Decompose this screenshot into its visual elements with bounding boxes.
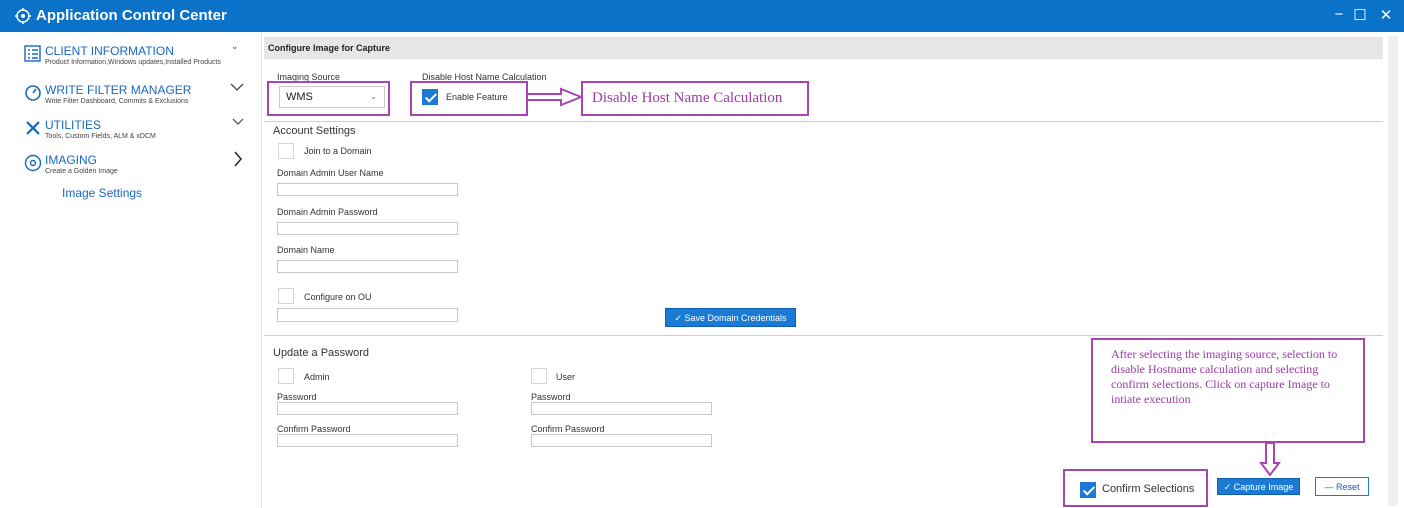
divider bbox=[264, 335, 1383, 336]
update-password-title: Update a Password bbox=[273, 347, 369, 359]
section-header: Configure Image for Capture bbox=[264, 37, 1383, 59]
account-settings-title: Account Settings bbox=[273, 125, 356, 137]
chevron-down-icon[interactable]: ⌄ bbox=[231, 41, 239, 52]
capture-image-button[interactable]: ✓ Capture Image bbox=[1217, 478, 1300, 495]
admin-checkbox[interactable] bbox=[278, 368, 294, 384]
user-password-input[interactable] bbox=[531, 402, 712, 415]
domain-admin-user-label: Domain Admin User Name bbox=[277, 168, 384, 178]
arrow-down-icon bbox=[1259, 442, 1281, 476]
sidebar-item-subtitle: Tools, Custom Fields, ALM & xDCM bbox=[45, 133, 156, 140]
admin-password-input[interactable] bbox=[277, 402, 458, 415]
chevron-right-icon[interactable] bbox=[233, 151, 243, 167]
sidebar-item-label: IMAGING bbox=[45, 153, 98, 167]
sidebar-item-subtitle: Create a Golden Image bbox=[45, 168, 118, 175]
user-password-label: Password bbox=[531, 392, 571, 402]
domain-name-input[interactable] bbox=[277, 260, 458, 273]
sidebar-item-label: UTILITIES bbox=[45, 118, 102, 132]
domain-name-label: Domain Name bbox=[277, 245, 335, 255]
host-name-callout: Disable Host Name Calculation bbox=[581, 81, 809, 116]
title-bar: Application Control Center − ☐ ✕ bbox=[0, 0, 1404, 32]
join-domain-label: Join to a Domain bbox=[304, 146, 372, 156]
list-icon bbox=[24, 45, 41, 62]
host-name-callout-text: Disable Host Name Calculation bbox=[592, 90, 783, 106]
sidebar-subitem-image-settings[interactable]: Image Settings bbox=[62, 186, 142, 200]
chevron-down-icon[interactable] bbox=[232, 118, 244, 126]
domain-admin-password-input[interactable] bbox=[277, 222, 458, 235]
instructions-callout-text: After selecting the imaging source, sele… bbox=[1111, 347, 1338, 406]
user-label: User bbox=[556, 372, 576, 382]
sidebar-item-subtitle: Product Information,Windows updates,Inst… bbox=[45, 59, 221, 66]
sidebar-item-label: WRITE FILTER MANAGER bbox=[45, 83, 192, 97]
configure-ou-label: Configure on OU bbox=[304, 292, 372, 302]
save-domain-credentials-button[interactable]: ✓ Save Domain Credentials bbox=[665, 308, 796, 327]
reset-button[interactable]: — Reset bbox=[1315, 477, 1369, 496]
tools-icon bbox=[26, 121, 40, 135]
user-confirm-password-label: Confirm Password bbox=[531, 424, 605, 434]
admin-label: Admin bbox=[304, 372, 330, 382]
sidebar: CLIENT INFORMATION Product Information,W… bbox=[0, 32, 262, 508]
domain-admin-password-label: Domain Admin Password bbox=[277, 207, 378, 217]
window-title: Application Control Center bbox=[36, 7, 227, 24]
admin-password-label: Password bbox=[277, 392, 317, 402]
instructions-callout: After selecting the imaging source, sele… bbox=[1091, 338, 1365, 443]
admin-confirm-password-input[interactable] bbox=[277, 434, 458, 447]
app-logo-icon bbox=[15, 8, 31, 24]
minimize-icon[interactable]: − bbox=[1329, 6, 1349, 23]
configure-ou-checkbox[interactable] bbox=[278, 288, 294, 304]
chevron-down-icon[interactable] bbox=[230, 82, 244, 92]
close-icon[interactable]: ✕ bbox=[1376, 6, 1396, 24]
imaging-source-highlight bbox=[267, 81, 390, 116]
sidebar-item-label: CLIENT INFORMATION bbox=[45, 44, 174, 58]
join-domain-checkbox[interactable] bbox=[278, 143, 294, 159]
scrollbar[interactable] bbox=[1388, 36, 1398, 506]
ou-input[interactable] bbox=[277, 308, 458, 322]
gauge-icon bbox=[25, 85, 41, 101]
domain-admin-user-input[interactable] bbox=[277, 183, 458, 196]
divider bbox=[264, 121, 1383, 122]
confirm-selections-highlight bbox=[1063, 469, 1208, 507]
arrow-right-icon bbox=[526, 87, 584, 107]
user-checkbox[interactable] bbox=[531, 368, 547, 384]
sidebar-item-subtitle: Write Filter Dashboard, Commits & Exclus… bbox=[45, 98, 189, 105]
user-confirm-password-input[interactable] bbox=[531, 434, 712, 447]
disc-icon bbox=[24, 154, 42, 172]
maximize-icon[interactable]: ☐ bbox=[1350, 6, 1370, 24]
admin-confirm-password-label: Confirm Password bbox=[277, 424, 351, 434]
enable-feature-highlight bbox=[410, 81, 528, 116]
